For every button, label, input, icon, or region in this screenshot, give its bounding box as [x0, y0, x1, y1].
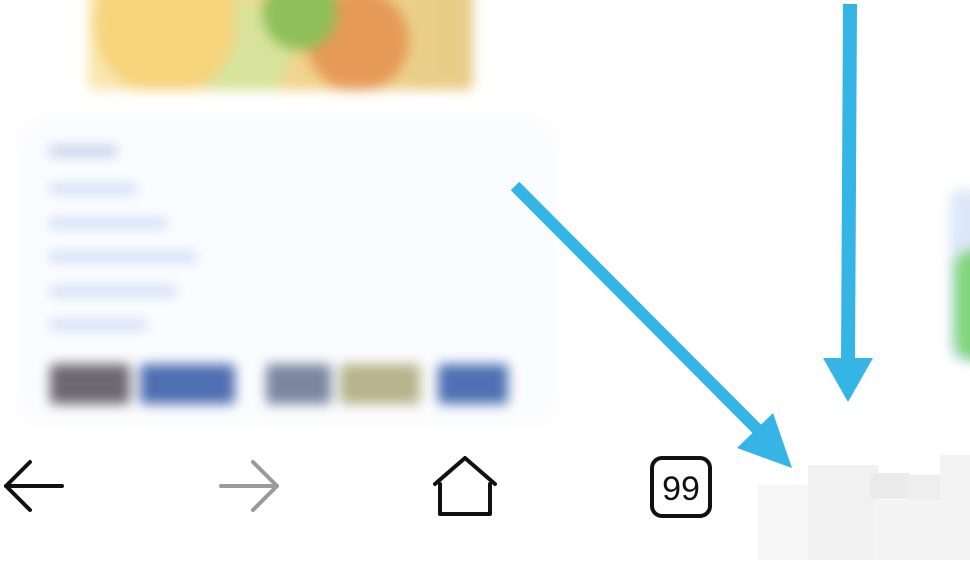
side-panel-accent [955, 250, 970, 360]
thumbnail[interactable] [50, 364, 130, 404]
thumbnail[interactable] [340, 364, 420, 404]
tabs-button[interactable]: 99 [646, 454, 716, 524]
card-link[interactable] [48, 184, 138, 194]
back-arrow-icon [4, 460, 64, 512]
home-button[interactable] [430, 454, 500, 524]
arrow-diagonal-icon [510, 181, 792, 468]
forward-arrow-icon [219, 460, 279, 512]
banner-image[interactable] [88, 0, 473, 90]
thumbnail[interactable] [266, 364, 331, 404]
arrow-down-icon [823, 3, 873, 402]
thumbnail[interactable] [140, 364, 235, 404]
tab-count: 99 [662, 469, 700, 508]
card-heading [48, 146, 118, 156]
card-link[interactable] [48, 252, 198, 262]
thumbnail[interactable] [438, 364, 508, 404]
browser-page: 99 [0, 0, 970, 563]
forward-button[interactable] [215, 454, 285, 524]
back-button[interactable] [0, 454, 70, 524]
card-link[interactable] [48, 286, 178, 296]
content-card[interactable] [28, 126, 548, 416]
home-icon [433, 456, 497, 516]
obscured-profile-area[interactable] [758, 445, 970, 563]
card-link[interactable] [48, 218, 168, 228]
bottom-navigation-bar: 99 [0, 430, 970, 563]
card-link[interactable] [48, 320, 148, 330]
